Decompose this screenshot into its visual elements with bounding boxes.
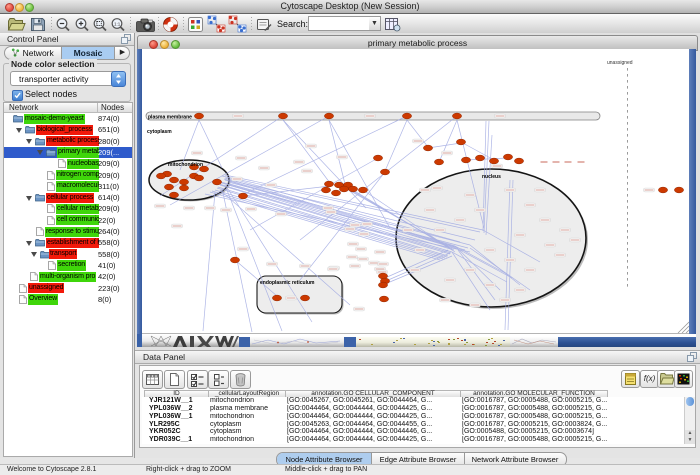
svg-text:mitochondrion: mitochondrion <box>168 162 203 168</box>
svg-text:nucleus: nucleus <box>482 174 501 180</box>
svg-text:1:1: 1:1 <box>114 22 121 27</box>
svg-text:cytoplasm: cytoplasm <box>147 129 172 135</box>
svg-text:endoplasmic reticulum: endoplasmic reticulum <box>260 280 315 286</box>
svg-text:plasma membrane: plasma membrane <box>148 115 192 121</box>
svg-text:unassigned: unassigned <box>607 60 633 66</box>
